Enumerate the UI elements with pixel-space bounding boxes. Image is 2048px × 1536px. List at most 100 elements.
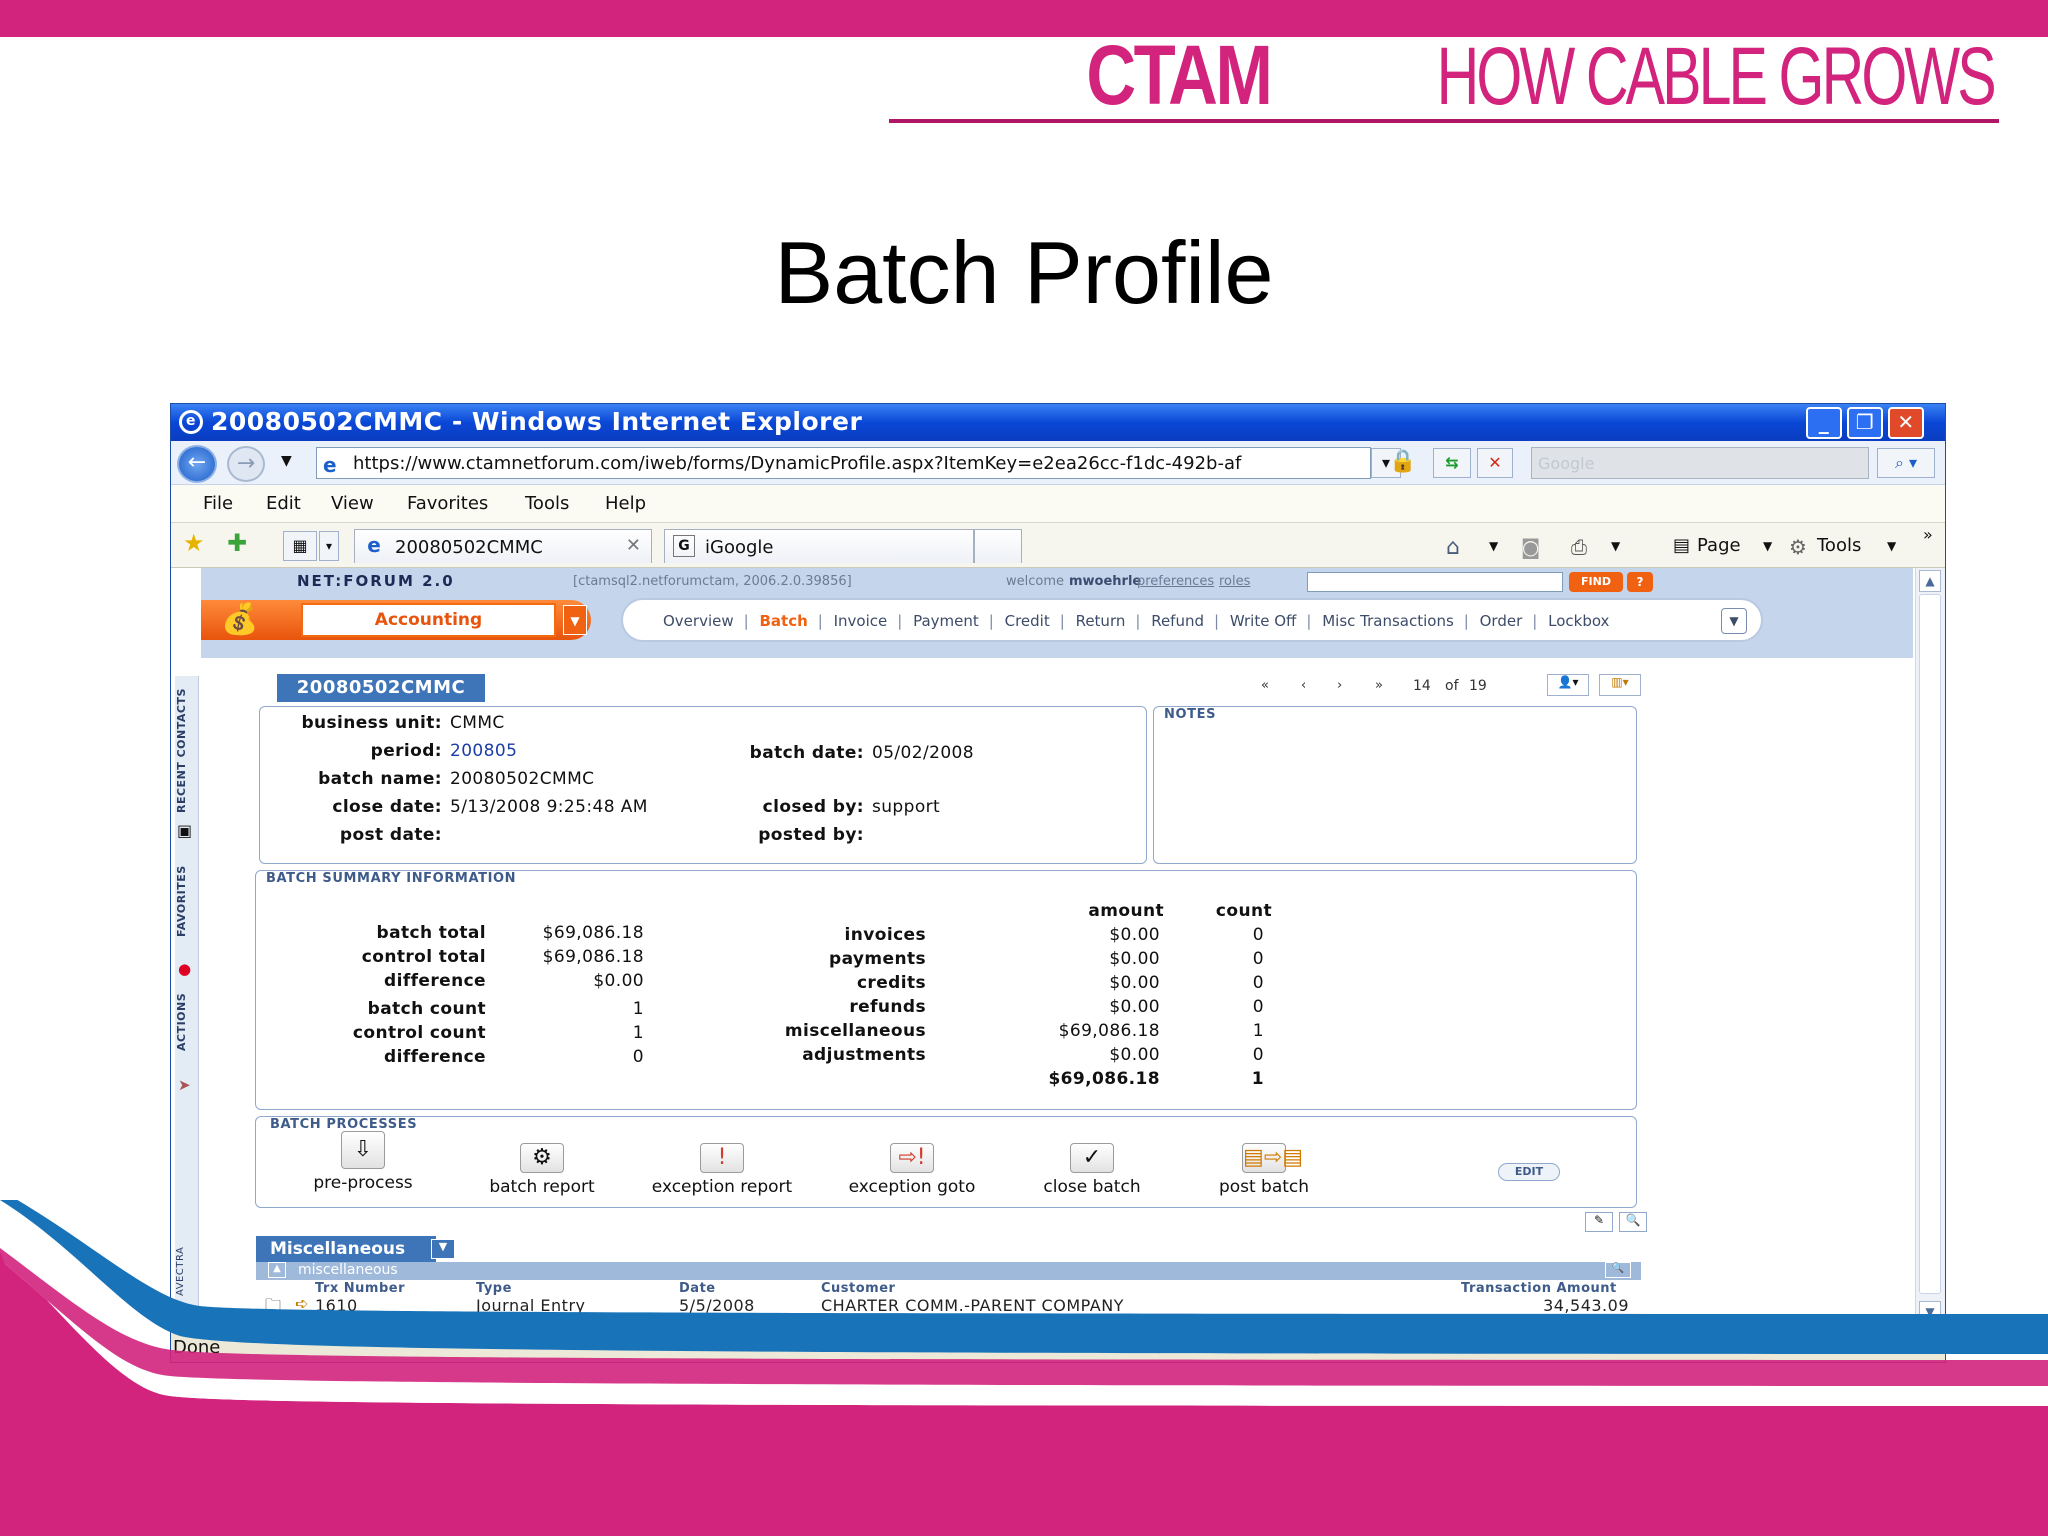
summary-total-amount: $69,086.18 [1048,1069,1160,1089]
summary-left-label: difference [384,971,486,991]
server-info: [ctamsql2.netforumctam, 2006.2.0.39856] [573,574,852,589]
tools-dropdown-icon[interactable]: ▼ [1887,539,1896,553]
prev-record-icon[interactable]: ‹ [1301,678,1306,693]
summary-left-value: $0.00 [593,971,644,991]
page-dropdown-icon[interactable]: ▼ [1763,539,1772,553]
print-dropdown-icon[interactable]: ▼ [1611,539,1620,553]
restore-button[interactable]: ❐ [1847,407,1883,439]
nav-misc-transactions[interactable]: Misc Transactions [1322,612,1454,630]
nav-return[interactable]: Return [1076,612,1126,630]
close-tab-icon[interactable]: ✕ [626,535,641,556]
exception-report-button[interactable]: ! exception report [632,1143,812,1197]
favorites-star-icon[interactable]: ★ [183,529,205,557]
module-dropdown-icon[interactable]: ▼ [563,605,587,635]
help-button[interactable]: ? [1627,572,1653,592]
post-batch-icon: ▤⇨▤ [1242,1143,1303,1173]
edit-button[interactable]: EDIT [1498,1163,1560,1181]
menu-file[interactable]: File [203,493,233,514]
close-window-button[interactable]: ✕ [1888,407,1924,439]
pre-process-button[interactable]: ⇩ pre-process [273,1131,453,1193]
tab-igoogle[interactable]: G iGoogle [664,529,974,563]
scroll-thumb[interactable] [1919,594,1941,1294]
scroll-up-icon[interactable]: ▲ [1919,570,1941,592]
posted-by-label: posted by: [758,825,864,845]
minimize-button[interactable]: _ [1806,407,1842,439]
summary-right-amount: $0.00 [1109,997,1160,1017]
batch-processes-label: BATCH PROCESSES [270,1117,418,1132]
next-record-icon[interactable]: › [1337,678,1342,693]
ie-tab-icon: e [367,533,381,557]
close-batch-button[interactable]: ✓ close batch [1002,1143,1182,1197]
welcome-label: welcome [1006,574,1065,589]
lock-icon[interactable]: 🔒 [1389,449,1416,474]
batch-report-button[interactable]: ⚙ batch report [452,1143,632,1197]
nav-invoice[interactable]: Invoice [834,612,888,630]
post-batch-button[interactable]: ▤⇨▤ post batch [1174,1143,1354,1197]
amount-header: amount [1088,901,1164,921]
menu-favorites[interactable]: Favorites [407,493,488,514]
record-tab: 20080502CMMC [277,674,485,702]
tools-menu[interactable]: Tools [1817,535,1861,556]
business-unit-value: CMMC [450,713,505,733]
feeds-icon[interactable]: ◙ [1521,535,1540,559]
history-dropdown-icon[interactable]: ▼ [281,453,292,469]
recent-contacts-tab[interactable]: RECENT CONTACTS [175,686,199,816]
ctam-logo-tagline: HOW CABLE GROWS [1436,31,1997,122]
tab-list-dropdown-icon[interactable]: ▾ [319,531,339,561]
print-icon[interactable]: ⎙ [1571,535,1587,559]
closed-by-label: closed by: [762,797,864,817]
menu-view[interactable]: View [331,493,374,514]
add-favorite-icon[interactable]: ✚ [227,529,247,557]
forward-button[interactable]: → [227,446,265,482]
nav-refund[interactable]: Refund [1151,612,1204,630]
url-field[interactable]: e https://www.ctamnetforum.com/iweb/form… [316,447,1371,479]
preferences-link[interactable]: preferences [1137,574,1214,589]
search-input[interactable]: Google [1531,447,1869,479]
find-input[interactable] [1307,572,1563,592]
menu-edit[interactable]: Edit [266,493,301,514]
last-record-icon[interactable]: » [1375,678,1383,693]
roles-link[interactable]: roles [1219,574,1250,589]
nav-order[interactable]: Order [1480,612,1523,630]
process-label: pre-process [313,1173,413,1193]
menu-help[interactable]: Help [605,493,646,514]
summary-left-label: batch total [376,923,486,943]
nav-expand-icon[interactable]: ▼ [1721,608,1747,634]
contacts-icon: ▣ [177,821,193,840]
window-title-bar[interactable]: e 20080502CMMC - Windows Internet Explor… [171,404,1945,441]
stop-icon[interactable]: ✕ [1477,448,1513,478]
nav-credit[interactable]: Credit [1005,612,1050,630]
actions-icon: ➤ [178,1076,191,1094]
nav-overview[interactable]: Overview [663,612,734,630]
quick-tabs-icon[interactable]: ▦ [283,531,317,561]
chart-menu-icon[interactable]: ▥▾ [1599,674,1641,696]
summary-left-label: difference [384,1047,486,1067]
page-menu[interactable]: Page [1697,535,1741,556]
favorites-tab[interactable]: FAVORITES [175,856,199,946]
period-link[interactable]: 200805 [450,741,517,761]
first-record-icon[interactable]: « [1261,678,1269,693]
pre-process-icon: ⇩ [341,1131,385,1169]
home-dropdown-icon[interactable]: ▼ [1489,539,1498,553]
search-button[interactable]: ⌕ ▾ [1877,448,1935,478]
find-button[interactable]: FIND [1569,572,1623,592]
refresh-icon[interactable]: ⇆ [1433,448,1471,478]
ctam-logo-brand: CTAM [1086,28,1272,122]
home-icon[interactable]: ⌂ [1446,535,1460,560]
back-button[interactable]: ← [177,445,217,483]
tab-20080502cmmc[interactable]: e 20080502CMMC ✕ [354,529,652,563]
module-select[interactable]: Accounting [301,603,556,637]
record-position: 14 [1413,678,1431,694]
logo-underline [889,119,1999,123]
nav-batch[interactable]: Batch [759,612,807,630]
people-menu-icon[interactable]: 👤▾ [1547,674,1589,696]
chevron-more-icon[interactable]: » [1923,525,1933,544]
nav-write-off[interactable]: Write Off [1230,612,1297,630]
new-tab-button[interactable] [974,529,1022,563]
actions-tab[interactable]: ACTIONS [175,976,199,1068]
exception-goto-button[interactable]: ⇨! exception goto [822,1143,1002,1197]
nav-lockbox[interactable]: Lockbox [1548,612,1609,630]
nav-payment[interactable]: Payment [913,612,979,630]
menu-tools[interactable]: Tools [525,493,569,514]
process-label: batch report [489,1177,595,1197]
